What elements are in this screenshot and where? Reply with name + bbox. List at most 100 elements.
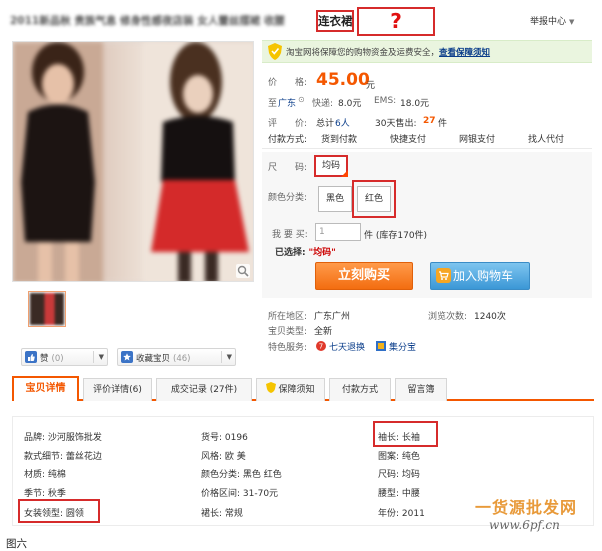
security-notice-text: 淘宝网将保障您的购物资金及运费安全， — [286, 48, 440, 58]
color-option-red[interactable]: 红色 — [357, 186, 391, 212]
like-button[interactable]: 赞 (0) ▼ — [21, 348, 108, 366]
attr-sleeve: 袖长: 长袖 — [378, 433, 420, 443]
quantity-stock: 件 (库存170件) — [364, 231, 428, 241]
selected-label: 已选择: — [275, 248, 306, 258]
thumbs-up-icon — [25, 351, 37, 363]
chevron-down-icon[interactable]: ▼ — [227, 353, 232, 361]
watermark-url: www.6pf.cn — [489, 518, 560, 532]
selected-summary: 已选择: "均码" — [275, 245, 336, 258]
price-label: 价 格: — [268, 78, 308, 88]
like-count: (0) — [51, 354, 64, 364]
tab-guarantee[interactable]: 保障须知 — [256, 378, 325, 401]
service-seven-day-return[interactable]: 7 七天退换 — [316, 340, 365, 353]
sold-unit: 件 — [438, 119, 448, 129]
favorite-label: 收藏宝贝 — [136, 354, 171, 364]
attr-waist: 腰型: 中腰 — [378, 489, 420, 499]
product-photo-figures — [13, 42, 253, 281]
add-to-cart-button[interactable]: 加入购物车 — [430, 262, 530, 290]
location-dropdown-icon[interactable]: ⊙ — [298, 95, 305, 104]
attr-brand: 品牌: 沙河服饰批发 — [24, 433, 102, 443]
cart-icon — [436, 268, 451, 283]
attr-year: 年份: 2011 — [378, 509, 425, 519]
divider — [262, 148, 592, 149]
location-value: 广东广州 — [314, 312, 351, 322]
item-type-label: 宝贝类型: — [268, 327, 308, 337]
attr-collar: 女装领型: 圆领 — [24, 509, 84, 519]
security-notice-bar: 淘宝网将保障您的购物资金及运费安全，查看保障须知 — [262, 40, 592, 63]
payment-method-cod[interactable]: 货到付款 — [321, 132, 357, 145]
rating-total-label: 总计 — [316, 119, 335, 129]
location-label: 所在地区: — [268, 312, 308, 322]
size-option-onesize[interactable]: 均码 — [314, 155, 348, 177]
product-thumbnail[interactable] — [28, 291, 66, 327]
tab-payment[interactable]: 付款方式 — [329, 378, 391, 401]
sold-label: 30天售出: — [375, 119, 417, 129]
attr-price-range: 价格区间: 31-70元 — [201, 489, 279, 499]
ems-label: EMS: — [374, 96, 397, 106]
payment-method-proxy[interactable]: 找人代付 — [528, 132, 564, 145]
price-unit: 元 — [366, 81, 376, 91]
views-value: 1240次 — [474, 312, 506, 322]
express-label: 快递: — [312, 99, 334, 109]
watermark-brand: 一货源批发网 — [475, 498, 578, 517]
item-type-value: 全新 — [314, 327, 333, 337]
attr-color: 颜色分类: 黑色 红色 — [201, 470, 282, 480]
favorite-count: (46) — [173, 354, 191, 364]
question-mark-box: ? — [357, 7, 435, 36]
price-value: 45.00 — [316, 70, 370, 90]
report-center-menu[interactable]: 举报中心 ▼ — [530, 14, 574, 27]
color-label: 颜色分类: — [268, 193, 308, 203]
security-notice-link[interactable]: 查看保障须知 — [439, 48, 490, 58]
shield-icon — [268, 43, 282, 60]
tab-reviews[interactable]: 评价详情(6) — [83, 378, 152, 401]
svg-text:7: 7 — [319, 343, 323, 351]
tab-item-details[interactable]: 宝贝详情 — [12, 376, 79, 401]
attr-size: 尺码: 均码 — [378, 470, 420, 480]
payment-method-quick[interactable]: 快捷支付 — [390, 132, 426, 145]
report-center-label: 举报中心 — [530, 17, 567, 27]
quantity-input[interactable]: 1 — [315, 223, 361, 241]
attr-pattern: 图案: 纯色 — [378, 452, 420, 462]
payment-label: 付款方式: — [268, 135, 308, 145]
attr-skirt-length: 裙长: 常规 — [201, 509, 243, 519]
rating-label: 评 价: — [268, 119, 308, 129]
service-jifenbao-label: 集分宝 — [389, 343, 417, 353]
attr-style-detail: 款式细节: 蕾丝花边 — [24, 452, 102, 462]
thumbnail-image — [30, 293, 64, 325]
ship-to-label: 至 — [268, 99, 278, 109]
attr-style: 风格: 欧 美 — [201, 452, 246, 462]
sold-count: 27 — [423, 116, 436, 126]
color-option-black[interactable]: 黑色 — [318, 186, 352, 212]
shield-icon — [266, 382, 277, 393]
like-label: 赞 — [40, 354, 49, 364]
service-jifenbao[interactable]: 集分宝 — [376, 340, 416, 353]
product-title-blurred: 2011新品秋 贵族气息 修身性感夜店装 女人蕾丝摆裙 收腰 — [10, 15, 285, 27]
favorite-separator — [221, 351, 222, 363]
attr-material: 材质: 纯棉 — [24, 470, 66, 480]
tab-message-board[interactable]: 留言簿 — [395, 378, 447, 401]
figure-caption: 图六 — [6, 538, 27, 550]
quantity-label: 我 要 买: — [272, 230, 308, 240]
favorite-button[interactable]: 收藏宝贝 (46) ▼ — [117, 348, 236, 366]
tab-transactions[interactable]: 成交记录 (27件) — [156, 378, 252, 401]
views-label: 浏览次数: — [428, 312, 468, 322]
chevron-down-icon[interactable]: ▼ — [99, 353, 104, 361]
like-separator — [93, 351, 94, 363]
favorite-icon — [121, 351, 133, 363]
rating-total-link[interactable]: 6人 — [335, 116, 350, 129]
add-to-cart-label: 加入购物车 — [453, 269, 514, 283]
selected-value: "均码" — [308, 248, 336, 258]
magnifier-icon[interactable] — [236, 264, 250, 278]
payment-method-netbank[interactable]: 网银支付 — [459, 132, 495, 145]
buy-now-button[interactable]: 立刻购买 — [315, 262, 413, 290]
express-fee: 8.0元 — [338, 99, 362, 109]
main-product-image[interactable] — [12, 41, 254, 282]
ems-fee: 18.0元 — [400, 99, 430, 109]
service-label: 特色服务: — [268, 343, 308, 353]
option-selection-panel — [262, 152, 592, 298]
return-icon: 7 — [316, 341, 326, 351]
product-title-highlight: 连衣裙 — [316, 10, 354, 32]
attr-item-number: 货号: 0196 — [201, 433, 248, 443]
ship-to-city[interactable]: 广东 — [278, 96, 296, 109]
size-label: 尺 码: — [268, 163, 308, 173]
